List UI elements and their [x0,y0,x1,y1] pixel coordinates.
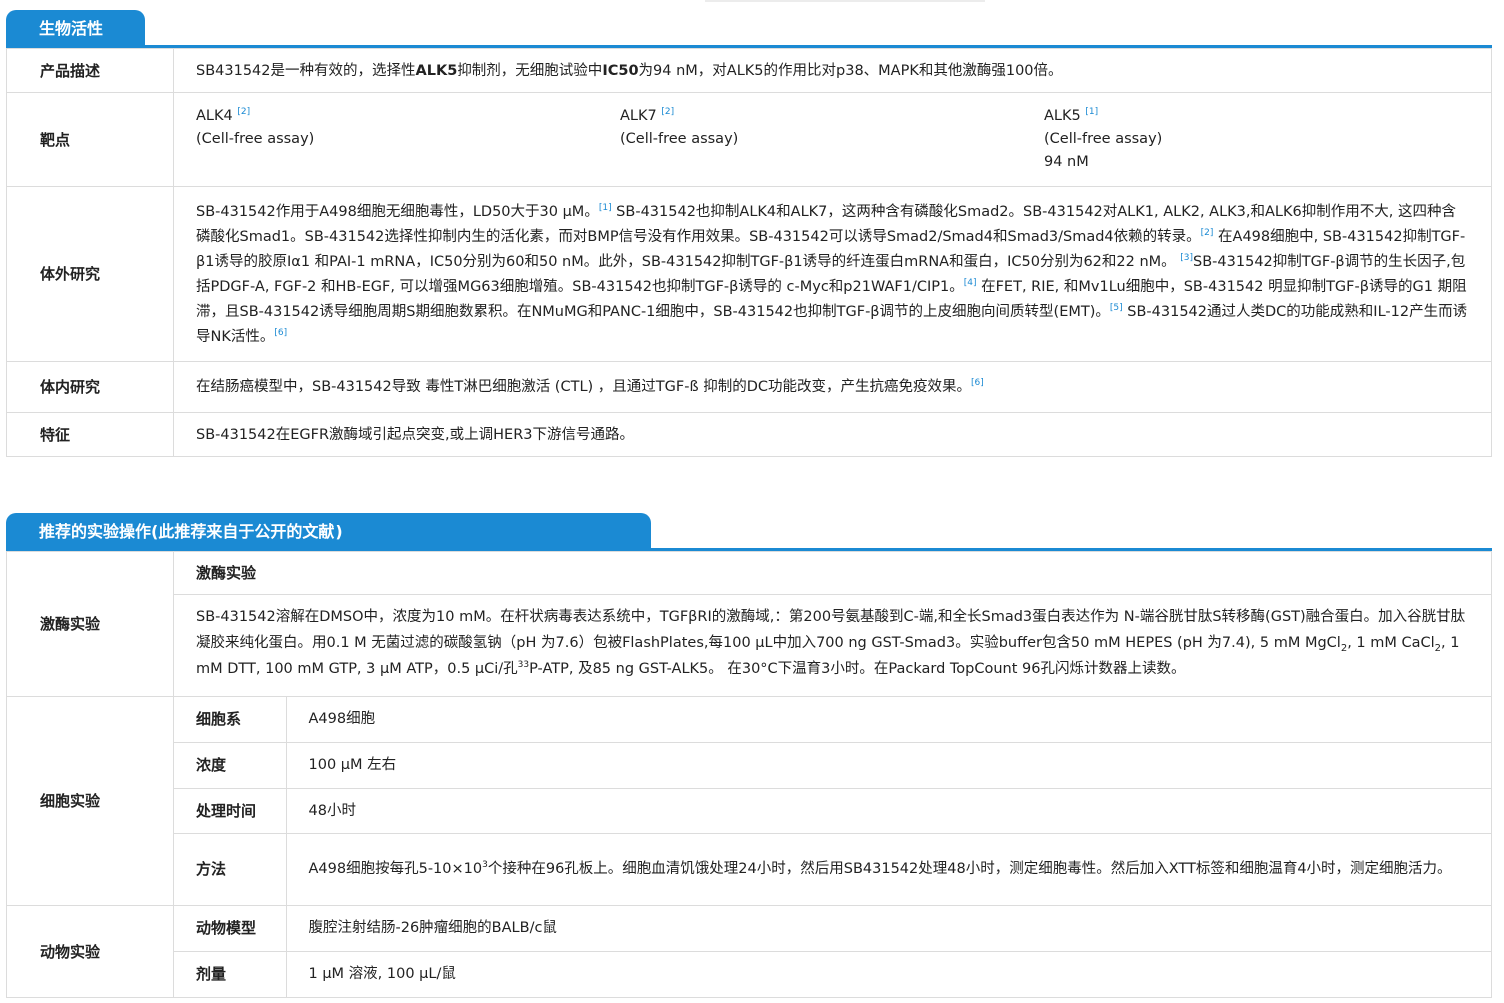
sub-label: 浓度 [174,742,287,789]
row-label: 特征 [6,412,174,457]
row-label: 靶点 [6,92,174,187]
table-row: 激酶实验 激酶实验 SB-431542溶解在DMSO中，浓度为10 mM。在杆状… [6,551,1492,697]
target-item: ALK4 [2] (Cell-free assay) [196,107,315,147]
table-row: 细胞实验 细胞系 A498细胞 浓度 100 μM 左右 处理时间 48小时 方… [6,696,1492,906]
row-label: 激酶实验 [6,551,174,697]
bio-activity-section: 生物活性 产品描述 SB431542是一种有效的，选择性ALK5抑制剂，无细胞试… [6,10,1492,457]
table-row: 体外研究 SB-431542作用于A498细胞无细胞毒性，LD50大于30 μM… [6,186,1492,362]
row-label: 体内研究 [6,361,174,413]
reference-link[interactable]: [2] [1201,228,1214,238]
in-vivo-text: 在结肠癌模型中，SB-431542导致 毒性T淋巴细胞激活 (CTL) ，且通过… [173,361,1492,413]
protocol-section: 推荐的实验操作(此推荐来自于公开的文献) 激酶实验 激酶实验 SB-431542… [6,513,1492,998]
reference-link[interactable]: [1] [1085,107,1098,117]
reference-link[interactable]: [2] [661,107,674,117]
table-row: 体内研究 在结肠癌模型中，SB-431542导致 毒性T淋巴细胞激活 (CTL)… [6,361,1492,413]
targets-cell: ALK4 [2] (Cell-free assay) ALK7 [2] (Cel… [173,92,1492,187]
sub-label: 剂量 [174,951,287,997]
sub-value: 48小时 [286,788,1491,834]
table-row: 方法 A498细胞按每孔5-10×103个接种在96孔板上。细胞血清饥饿处理24… [174,833,1491,905]
reference-link[interactable]: [2] [237,107,250,117]
table-row: 动物模型 腹腔注射结肠-26肿瘤细胞的BALB/c鼠 [174,906,1491,952]
reference-link[interactable]: [4] [964,278,977,288]
sub-label: 方法 [174,833,287,905]
kinase-subtitle: 激酶实验 [174,552,1491,595]
row-label: 产品描述 [6,48,174,93]
target-item: ALK7 [2] (Cell-free assay) [620,107,739,147]
sub-label: 处理时间 [174,788,287,834]
row-label: 动物实验 [6,905,174,998]
feature-text: SB-431542在EGFR激酶域引起点突变,或上调HER3下游信号通路。 [173,412,1492,457]
reference-link[interactable]: [3] [1180,253,1193,263]
section-header: 推荐的实验操作(此推荐来自于公开的文献) [6,513,1492,551]
table-row: 靶点 ALK4 [2] (Cell-free assay) ALK7 [2] (… [6,92,1492,187]
sub-value: A498细胞按每孔5-10×103个接种在96孔板上。细胞血清饥饿处理24小时，… [308,860,1452,878]
section-header: 生物活性 [6,10,1492,48]
target-item: ALK5 [1] (Cell-free assay) 94 nM [1044,107,1163,170]
table-row: 产品描述 SB431542是一种有效的，选择性ALK5抑制剂，无细胞试验中IC5… [6,48,1492,93]
product-description: SB431542是一种有效的，选择性ALK5抑制剂，无细胞试验中IC50为94 … [173,48,1492,93]
row-label: 细胞实验 [6,696,174,906]
bio-activity-table: 产品描述 SB431542是一种有效的，选择性ALK5抑制剂，无细胞试验中IC5… [6,48,1492,457]
table-row: 细胞系 A498细胞 [174,697,1491,743]
top-divider-hint [705,0,985,2]
sub-value: 100 μM 左右 [286,742,1491,789]
section-tab-protocol: 推荐的实验操作(此推荐来自于公开的文献) [6,513,651,548]
cell-assay-table: 细胞系 A498细胞 浓度 100 μM 左右 处理时间 48小时 方法 A49… [174,697,1491,905]
sub-value: A498细胞 [286,697,1491,743]
in-vitro-text: SB-431542作用于A498细胞无细胞毒性，LD50大于30 μM。[1] … [173,186,1492,362]
protocol-table: 激酶实验 激酶实验 SB-431542溶解在DMSO中，浓度为10 mM。在杆状… [6,551,1492,998]
table-row: 剂量 1 μM 溶液, 100 μL/鼠 [174,951,1491,997]
section-tab-bio: 生物活性 [6,10,145,45]
table-row: 特征 SB-431542在EGFR激酶域引起点突变,或上调HER3下游信号通路。 [6,412,1492,457]
animal-assay-table: 动物模型 腹腔注射结肠-26肿瘤细胞的BALB/c鼠 剂量 1 μM 溶液, 1… [174,906,1491,997]
table-row: 动物实验 动物模型 腹腔注射结肠-26肿瘤细胞的BALB/c鼠 剂量 1 μM … [6,905,1492,998]
reference-link[interactable]: [6] [274,328,287,338]
row-label: 体外研究 [6,186,174,362]
kinase-protocol-text: SB-431542溶解在DMSO中，浓度为10 mM。在杆状病毒表达系统中，TG… [196,609,1466,677]
sub-label: 细胞系 [174,697,287,743]
reference-link[interactable]: [1] [599,203,612,213]
table-row: 处理时间 48小时 [174,788,1491,834]
reference-link[interactable]: [6] [971,378,984,388]
reference-link[interactable]: [5] [1110,303,1123,313]
sub-value: 1 μM 溶液, 100 μL/鼠 [308,966,456,983]
sub-label: 动物模型 [174,906,287,952]
table-row: 浓度 100 μM 左右 [174,742,1491,789]
sub-value: 腹腔注射结肠-26肿瘤细胞的BALB/c鼠 [286,906,1491,952]
